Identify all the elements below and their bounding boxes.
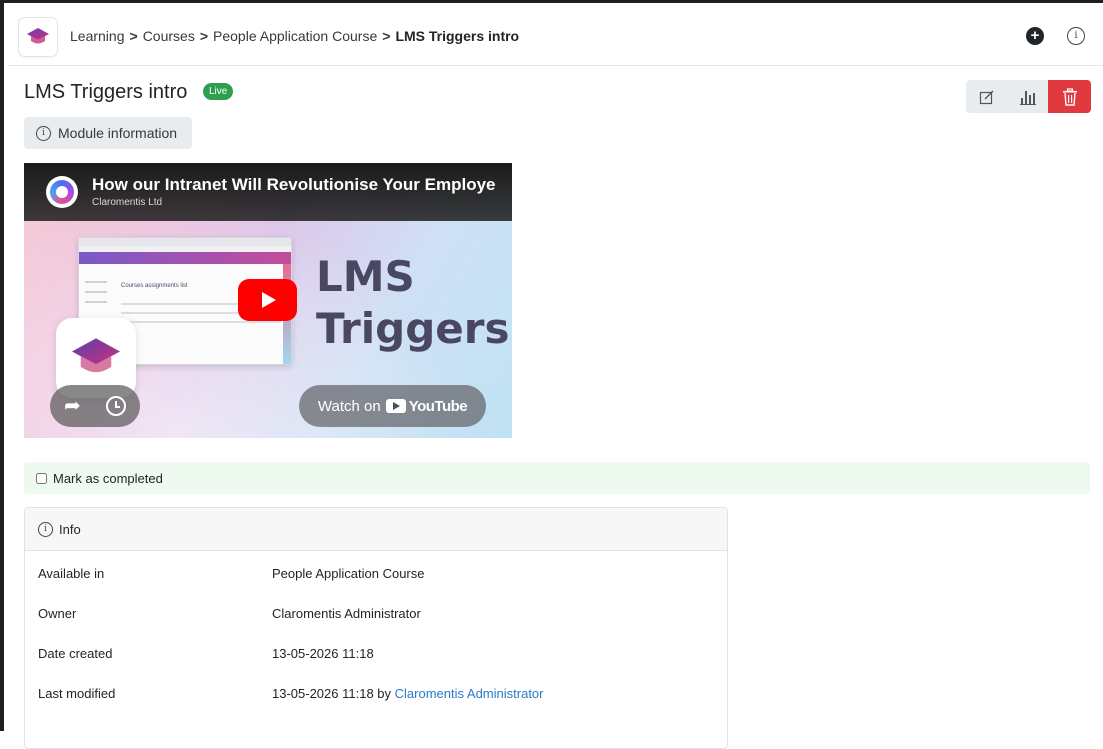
info-label: Owner [38, 606, 77, 621]
info-label: Date created [38, 646, 113, 661]
mark-completed-label[interactable]: Mark as completed [53, 471, 163, 486]
overlay-line2: Triggers [316, 304, 510, 353]
info-row-available-in: Available in People Application Course [25, 551, 727, 591]
video-controls: ➦ [50, 385, 140, 427]
breadcrumb: Learning > Courses > People Application Cour… [70, 28, 519, 44]
video-channel[interactable]: Claromentis Ltd [92, 197, 162, 208]
info-row-owner: Owner Claromentis Administrator [25, 591, 727, 631]
breadcrumb-separator: > [129, 28, 138, 44]
stats-button[interactable] [1007, 80, 1048, 113]
breadcrumb-separator: > [199, 28, 209, 44]
stats-icon [1019, 90, 1036, 105]
channel-avatar[interactable] [46, 176, 78, 208]
watch-on-youtube-button[interactable]: Watch on YouTube [299, 385, 486, 427]
info-heading: Info [59, 521, 81, 537]
window-frame-top [0, 0, 1103, 3]
plus-circle-icon[interactable]: + [1026, 27, 1044, 45]
info-icon: i [36, 125, 51, 141]
mark-completed-checkbox[interactable] [36, 472, 47, 484]
play-button[interactable] [238, 279, 297, 321]
overlay-line1: LMS [316, 252, 415, 301]
status-badge: Live [203, 83, 234, 100]
trash-icon [1062, 87, 1077, 106]
preview-tabbar [79, 238, 291, 246]
preview-heading: Courses assignments list [121, 283, 188, 289]
watch-later-icon[interactable] [106, 396, 126, 416]
channel-logo-icon [50, 180, 74, 204]
info-label: Available in [38, 566, 105, 581]
info-row-last-modified: Last modified 13-05-2026 11:18 by Clarom… [25, 671, 727, 711]
available-in-link[interactable]: People Application Course [272, 566, 425, 581]
breadcrumb-learning[interactable]: Learning [70, 28, 125, 44]
graduation-cap-icon [27, 28, 49, 44]
info-row-date-created: Date created 13-05-2026 11:18 [25, 631, 727, 671]
breadcrumb-courses[interactable]: Courses [143, 28, 195, 44]
info-label: Last modified [38, 686, 116, 701]
play-icon [261, 292, 276, 308]
youtube-label: YouTube [408, 397, 468, 415]
top-header: Learning > Courses > People Application Cour… [8, 8, 1103, 66]
youtube-logo-icon [385, 399, 406, 413]
date-created-value: 13-05-2026 11:18 [272, 646, 374, 661]
watch-on-label: Watch on [317, 397, 381, 415]
owner-link[interactable]: Claromentis Administrator [272, 606, 421, 621]
video-overlay-text: LMS Triggers [316, 251, 509, 355]
last-modified-date: 13-05-2026 11:18 by [272, 686, 392, 701]
module-information-label: Module information [58, 125, 178, 141]
info-card: i Info Available in People Application C… [24, 507, 728, 749]
graduation-cap-icon [72, 338, 120, 373]
page-title: LMS Triggers intro [24, 81, 188, 103]
module-information-button[interactable]: i Module information [24, 117, 192, 149]
info-icon: i [38, 521, 53, 537]
app-logo[interactable] [18, 17, 58, 57]
delete-button[interactable] [1048, 80, 1091, 113]
edit-icon [979, 90, 993, 104]
last-modified-value: 13-05-2026 11:18 by Claromentis Administ… [272, 686, 543, 701]
breadcrumb-course[interactable]: People Application Course [213, 28, 377, 44]
youtube-video-embed[interactable]: Courses assignments list LMS Triggers Ho… [24, 163, 512, 438]
video-title[interactable]: How our Intranet Will Revolutionise Your… [92, 175, 512, 195]
action-buttons [966, 80, 1091, 113]
breadcrumb-current: LMS Triggers intro [395, 28, 520, 44]
edit-button[interactable] [966, 80, 1007, 113]
preview-navbar [79, 252, 291, 264]
window-frame-left [0, 0, 4, 731]
share-icon[interactable]: ➦ [64, 395, 81, 417]
mark-completed-bar: Mark as completed [24, 462, 1090, 494]
info-card-header: i Info [25, 508, 727, 551]
last-modified-by-link[interactable]: Claromentis Administrator [395, 686, 544, 701]
breadcrumb-separator: > [382, 28, 391, 44]
info-circle-icon[interactable]: i [1067, 27, 1085, 45]
